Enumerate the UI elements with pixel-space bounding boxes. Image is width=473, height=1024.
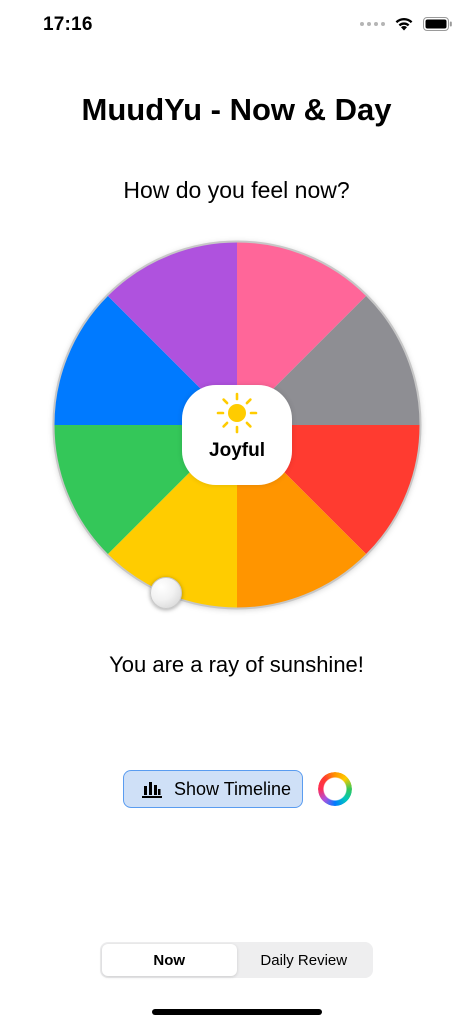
- segment-daily-review[interactable]: Daily Review: [237, 944, 372, 976]
- mood-wheel[interactable]: Joyful: [52, 240, 422, 610]
- battery-icon: [423, 16, 452, 31]
- sun-icon: [216, 392, 258, 434]
- bar-chart-icon: [142, 782, 162, 798]
- view-segmented-control[interactable]: Now Daily Review: [100, 942, 373, 978]
- page-title: MuudYu - Now & Day: [81, 92, 392, 127]
- selected-mood-label: Joyful: [209, 440, 265, 461]
- show-timeline-button[interactable]: Show Timeline: [123, 770, 303, 808]
- cellular-signal-icon: [360, 21, 385, 26]
- segment-now[interactable]: Now: [102, 944, 237, 976]
- show-timeline-label: Show Timeline: [174, 778, 292, 799]
- mood-message: You are a ray of sunshine!: [109, 652, 364, 677]
- mood-selector-handle[interactable]: [150, 577, 182, 609]
- mood-question: How do you feel now?: [123, 177, 350, 203]
- wifi-icon: [395, 17, 413, 31]
- status-indicators: [360, 16, 453, 31]
- app-screen: 17:16 MuudYu - Now & Day How do you feel…: [0, 0, 473, 1024]
- color-wheel-icon[interactable]: [318, 772, 352, 806]
- home-indicator: [152, 1009, 322, 1015]
- status-time: 17:16: [43, 14, 93, 35]
- selected-mood-card: Joyful: [182, 385, 292, 485]
